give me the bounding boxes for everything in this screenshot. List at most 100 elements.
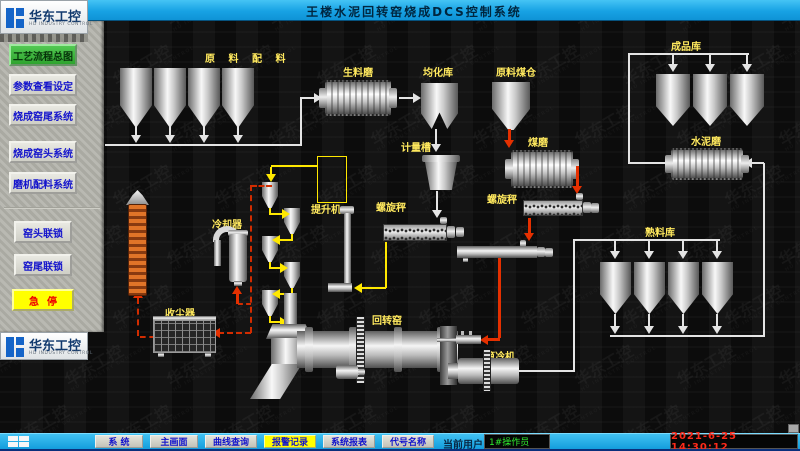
- label-raw-mill: 生料磨: [343, 64, 373, 79]
- coal-arrow-left: [480, 335, 488, 345]
- cooler-nozzle: [234, 281, 242, 286]
- screw-scale-1-drive: [440, 217, 447, 224]
- page-title: 王楼水泥回转窑烧成DCS控制系统: [104, 3, 724, 20]
- bottom-tab-system-report[interactable]: 系统报表: [323, 435, 375, 448]
- burner-fin: [461, 331, 464, 335]
- screw-scale-1-coupler: [447, 226, 455, 238]
- meal-line: [362, 287, 386, 289]
- finished-silo-3: [730, 74, 764, 126]
- screw-scale-2-coupler: [583, 202, 591, 213]
- label-coal-mill: 煤磨: [528, 134, 548, 149]
- flow-arrow-down: [678, 251, 688, 259]
- cement-mill: [671, 148, 743, 180]
- cooler-body: [229, 234, 247, 282]
- logo-subtitle: HD INDUSTRY CONTROL: [29, 22, 93, 27]
- sidebar-item-kiln-head-system[interactable]: 烧成窑头系统: [9, 141, 77, 163]
- screw-scale-2: [523, 200, 583, 216]
- flow-arrow-down: [705, 64, 715, 72]
- gas-line: [251, 185, 272, 187]
- burner-fin: [469, 331, 472, 335]
- flow-arrow-down: [431, 144, 441, 152]
- dust-collector-leg: [205, 353, 211, 357]
- sidebar-divider: [4, 207, 100, 209]
- logo-icon: [6, 336, 26, 358]
- gas-line: [218, 332, 251, 334]
- sidebar-item-kiln-tail-interlock[interactable]: 窑尾联锁: [14, 254, 72, 276]
- raw-mill: [325, 80, 391, 116]
- clinker-silo-1: [600, 262, 631, 314]
- dust-collector-leg: [158, 353, 164, 357]
- flow-arrow-down: [742, 64, 752, 72]
- cooler-left-leg: [214, 240, 221, 266]
- metering-tank: [425, 162, 457, 190]
- label-clinker-silo: 熟料库: [645, 224, 675, 239]
- cement-mill-cap-right: [741, 155, 749, 173]
- gas-line: [238, 303, 251, 305]
- label-metering-tank: 计量槽: [401, 139, 431, 154]
- flow-arrow-down: [610, 251, 620, 259]
- flow-line: [573, 240, 575, 372]
- coal-line: [498, 258, 501, 338]
- gas-line: [137, 298, 139, 336]
- finished-silo-1: [656, 74, 690, 126]
- burner-pipe-inner: [437, 338, 457, 342]
- coal-feeder-coupler2: [545, 248, 553, 257]
- kiln-tire: [394, 327, 402, 372]
- clinker-silo-3: [668, 262, 699, 314]
- grate-cooler-gear: [483, 350, 491, 391]
- bottom-tab-main-screen[interactable]: 主画面: [150, 435, 198, 448]
- label-homog-silo: 均化库: [423, 64, 453, 79]
- flow-line: [302, 97, 314, 99]
- raw-hopper-2: [154, 68, 186, 128]
- flow-line: [628, 54, 630, 164]
- raw-hopper-3: [188, 68, 220, 128]
- flow-line: [300, 97, 302, 146]
- sidebar-item-mill-batching-system[interactable]: 磨机配料系统: [9, 172, 77, 194]
- flow-line: [519, 370, 575, 372]
- label-screw-scale-2: 螺旋秤: [487, 191, 517, 206]
- flow-arrow-right: [413, 93, 421, 103]
- bottom-tab-curve-query[interactable]: 曲线查询: [205, 435, 257, 448]
- sidebar-item-kiln-head-interlock[interactable]: 窑头联锁: [14, 221, 72, 243]
- bottom-tab-system[interactable]: 系 统: [95, 435, 143, 448]
- logo-tagline: [0, 34, 88, 42]
- flow-arrow-down: [610, 326, 620, 334]
- gas-arrow-up: [232, 286, 242, 294]
- meal-arrow-down: [266, 174, 276, 182]
- label-elevator: 提升机: [311, 201, 341, 216]
- metering-tank-rim: [422, 155, 460, 162]
- raw-mill-cap-right: [389, 88, 397, 108]
- bottom-tab-code-names[interactable]: 代号名称: [382, 435, 434, 448]
- logo-icon: [6, 7, 26, 29]
- clinker-silo-2: [634, 262, 665, 314]
- company-logo: 华东工控 HD INDUSTRY CONTROL: [0, 0, 88, 34]
- screw-scale-2-drive: [576, 193, 583, 200]
- clinker-silo-4: [702, 262, 733, 314]
- label-screw-scale-1: 螺旋秤: [376, 199, 406, 214]
- coal-line: [488, 338, 500, 341]
- sidebar-item-kiln-tail-system[interactable]: 烧成窑尾系统: [9, 104, 77, 126]
- kiln-motor-shaft: [358, 369, 365, 375]
- title-bar: 王楼水泥回转窑烧成DCS控制系统: [0, 0, 800, 21]
- sidebar-item-parameter-settings[interactable]: 参数查看设定: [9, 74, 77, 96]
- logo-subtitle: HD INDUSTRY CONTROL: [29, 351, 93, 356]
- emergency-stop-button[interactable]: 急停: [12, 289, 74, 311]
- bottom-tab-alarm-record[interactable]: 报警记录: [264, 435, 316, 448]
- meal-arrow-left: [354, 283, 362, 293]
- raw-coal-bunker: [492, 82, 530, 130]
- kiln-hood-chute: [250, 364, 302, 399]
- coal-feeder-coupler: [537, 247, 545, 257]
- homogenization-silo: [421, 83, 458, 129]
- window-menu-icon[interactable]: [8, 436, 32, 448]
- flow-arrow-down: [712, 251, 722, 259]
- raw-mill-cap-left: [319, 88, 327, 108]
- chimney: [128, 204, 147, 296]
- sidebar-item-process-overview[interactable]: 工艺流程总图: [9, 44, 77, 66]
- screw-scale-1: [383, 224, 447, 241]
- label-finished-silo: 成品库: [671, 38, 701, 53]
- finished-silo-2: [693, 74, 727, 126]
- coal-mill-cap-left: [505, 159, 513, 179]
- flow-arrow-down: [712, 326, 722, 334]
- flow-line: [399, 97, 413, 99]
- chimney-cap: [126, 190, 149, 205]
